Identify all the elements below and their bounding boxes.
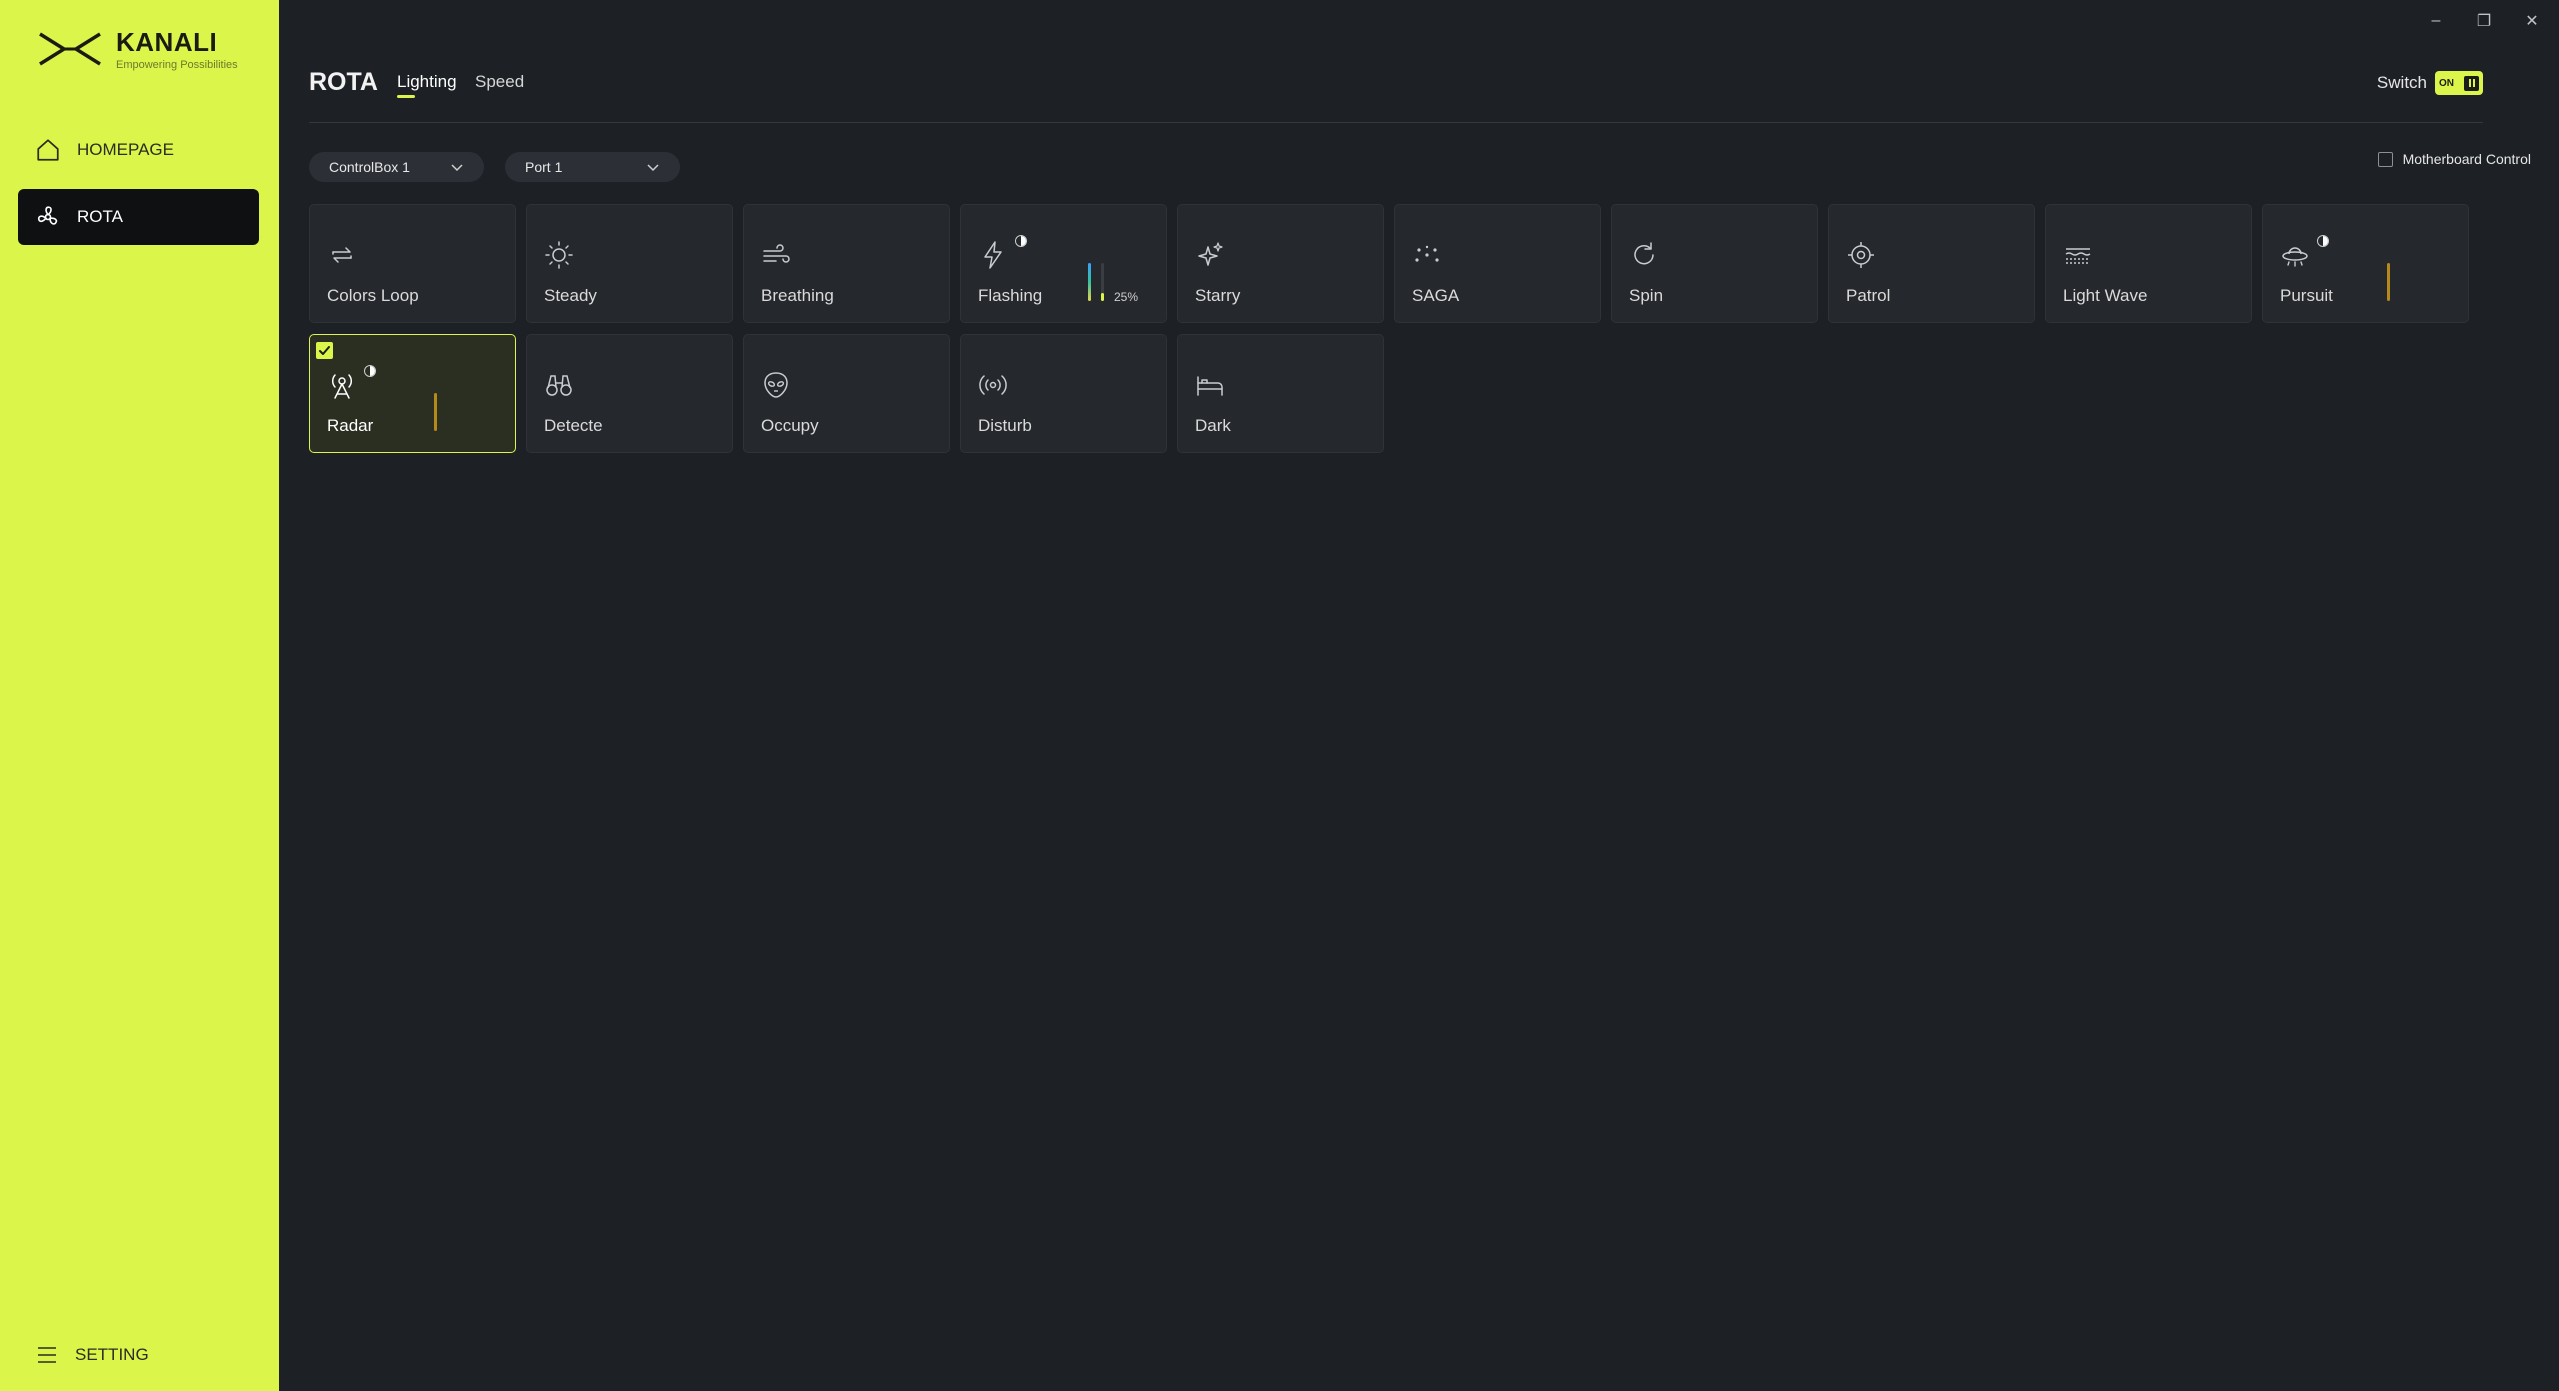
switch-state: ON bbox=[2439, 77, 2454, 89]
power-switch-toggle[interactable]: ON bbox=[2435, 71, 2483, 95]
toggle-knob bbox=[2464, 75, 2479, 91]
speed-percent: 25% bbox=[1114, 290, 1139, 304]
home-icon bbox=[37, 139, 59, 161]
mode-label: Disturb bbox=[978, 416, 1032, 435]
mode-card-flashing[interactable]: 25% Flashing bbox=[960, 204, 1167, 323]
color-half-icon[interactable] bbox=[2317, 235, 2329, 247]
ufo-icon bbox=[2279, 239, 2311, 271]
brand-logo: KANALI Empowering Possibilities bbox=[38, 26, 238, 72]
mode-card-steady[interactable]: Steady bbox=[526, 204, 733, 323]
mode-card-dark[interactable]: Dark bbox=[1177, 334, 1384, 453]
mode-label: Spin bbox=[1629, 286, 1664, 305]
menu-icon bbox=[38, 1347, 56, 1363]
mode-label: Dark bbox=[1195, 416, 1231, 435]
checkbox-box bbox=[2377, 151, 2393, 167]
setting-button[interactable]: SETTING bbox=[36, 1344, 149, 1366]
port-value: Port 1 bbox=[525, 159, 563, 175]
mode-label: Pursuit bbox=[2280, 286, 2333, 305]
selected-check-icon bbox=[316, 342, 333, 359]
chevron-down-icon bbox=[647, 164, 659, 172]
mode-label: Occupy bbox=[761, 416, 819, 435]
controlbox-value: ControlBox 1 bbox=[329, 159, 410, 175]
mode-card-spin[interactable]: Spin bbox=[1611, 204, 1818, 323]
binoculars-icon bbox=[543, 369, 575, 401]
alien-icon bbox=[760, 369, 792, 401]
mode-label: Colors Loop bbox=[327, 286, 419, 305]
speed-level-fill bbox=[1101, 293, 1104, 301]
dots-icon bbox=[1411, 239, 1443, 271]
rotate-icon bbox=[1628, 239, 1660, 271]
sidebar-item-rota[interactable]: ROTA bbox=[18, 189, 259, 245]
restore-button[interactable]: ❐ bbox=[2467, 10, 2501, 32]
target-icon bbox=[1845, 239, 1877, 271]
controlbox-select[interactable]: ControlBox 1 bbox=[309, 152, 484, 182]
mode-card-radar[interactable]: Radar bbox=[309, 334, 516, 453]
mode-label: Detecte bbox=[544, 416, 603, 435]
close-button[interactable]: ✕ bbox=[2515, 10, 2549, 32]
mode-card-saga[interactable]: SAGA bbox=[1394, 204, 1601, 323]
mode-label: Flashing bbox=[978, 286, 1043, 305]
sidebar-item-label: ROTA bbox=[77, 207, 123, 226]
bed-icon bbox=[1194, 369, 1226, 401]
mode-card-occupy[interactable]: Occupy bbox=[743, 334, 950, 453]
page-title: ROTA bbox=[309, 68, 378, 96]
mode-label: Light Wave bbox=[2063, 286, 2148, 305]
mode-label: Steady bbox=[544, 286, 597, 305]
color-level-bar bbox=[2387, 263, 2390, 301]
sidebar: KANALI Empowering Possibilities HOMEPAGE… bbox=[0, 0, 279, 1391]
color-half-icon[interactable] bbox=[364, 365, 376, 377]
window-controls: – ❐ ✕ bbox=[2419, 10, 2549, 32]
minimize-button[interactable]: – bbox=[2419, 10, 2453, 32]
broadcast-icon bbox=[977, 369, 1009, 401]
setting-label: SETTING bbox=[75, 1345, 149, 1364]
switch-label: Switch bbox=[2376, 73, 2427, 92]
mode-label: Breathing bbox=[761, 286, 834, 305]
port-select[interactable]: Port 1 bbox=[505, 152, 680, 182]
mode-card-breathing[interactable]: Breathing bbox=[743, 204, 950, 323]
sparkle-icon bbox=[1194, 239, 1226, 271]
lightning-icon bbox=[977, 239, 1009, 271]
color-level-bar bbox=[1088, 263, 1091, 301]
wind-icon bbox=[760, 239, 792, 271]
motherboard-control-checkbox[interactable]: Motherboard Control bbox=[2377, 151, 2531, 167]
kanali-logo-icon bbox=[39, 32, 101, 66]
mode-card-patrol[interactable]: Patrol bbox=[1828, 204, 2035, 323]
brand-name: KANALI bbox=[116, 26, 218, 57]
mode-card-starry[interactable]: Starry bbox=[1177, 204, 1384, 323]
mode-card-disturb[interactable]: Disturb bbox=[960, 334, 1167, 453]
mode-card-pursuit[interactable]: Pursuit bbox=[2262, 204, 2469, 323]
color-level-bar bbox=[434, 393, 437, 431]
loop-icon bbox=[326, 239, 358, 271]
sun-icon bbox=[543, 239, 575, 271]
motherboard-control-label: Motherboard Control bbox=[2402, 151, 2531, 167]
radar-icon bbox=[326, 369, 358, 401]
tab-lighting[interactable]: Lighting bbox=[397, 72, 457, 98]
mode-label: SAGA bbox=[1412, 286, 1460, 305]
wave-icon bbox=[2062, 239, 2094, 271]
page-header: ROTA Lighting Speed Switch ON bbox=[309, 66, 2483, 123]
mode-label: Starry bbox=[1195, 286, 1241, 305]
chevron-down-icon bbox=[451, 164, 463, 172]
fan-icon bbox=[37, 206, 58, 225]
color-half-icon[interactable] bbox=[1015, 235, 1027, 247]
mode-card-colors-loop[interactable]: Colors Loop bbox=[309, 204, 516, 323]
mode-label: Radar bbox=[327, 416, 374, 435]
brand-tagline: Empowering Possibilities bbox=[116, 58, 238, 71]
mode-card-light-wave[interactable]: Light Wave bbox=[2045, 204, 2252, 323]
mode-card-detecte[interactable]: Detecte bbox=[526, 334, 733, 453]
tab-speed[interactable]: Speed bbox=[475, 72, 524, 92]
sidebar-item-label: HOMEPAGE bbox=[77, 140, 174, 159]
mode-label: Patrol bbox=[1846, 286, 1891, 305]
sidebar-item-homepage[interactable]: HOMEPAGE bbox=[18, 122, 259, 178]
